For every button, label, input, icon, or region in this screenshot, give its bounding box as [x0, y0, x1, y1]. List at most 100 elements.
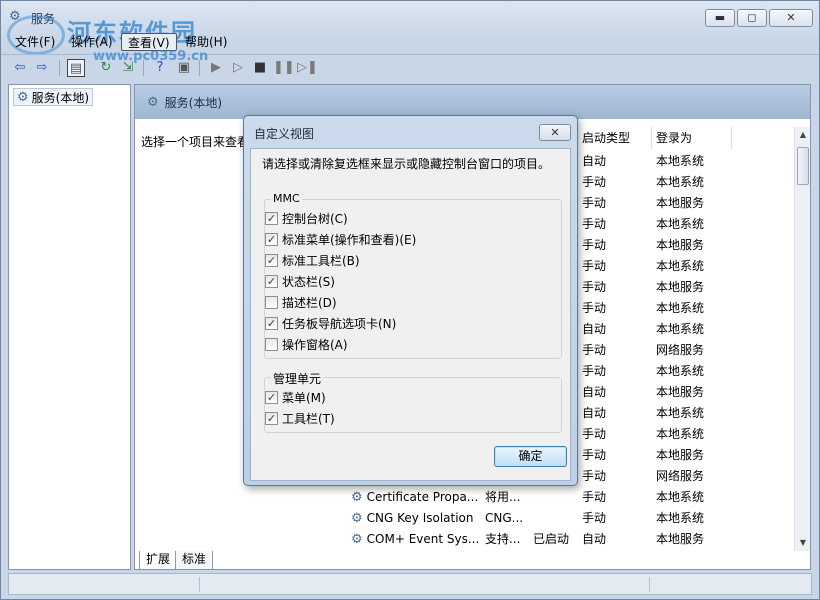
service-startup-type: 自动 [582, 406, 607, 420]
checkbox-checked-icon[interactable]: ✓ [265, 232, 278, 246]
menu-file[interactable]: 文件(F) [9, 33, 61, 51]
checkbox-option[interactable]: 描述栏(D) [265, 294, 337, 310]
service-logon-as: 本地系统 [656, 259, 705, 273]
checkbox-checked-icon[interactable]: ✓ [265, 411, 278, 425]
service-logon-as: 本地系统 [656, 364, 705, 378]
service-startup-type: 手动 [582, 469, 607, 483]
restore-button[interactable]: ◻ [737, 9, 767, 27]
service-startup-type: 手动 [582, 490, 607, 504]
service-startup-type: 手动 [582, 364, 607, 378]
scroll-up-icon[interactable]: ▲ [795, 127, 810, 143]
service-startup-type: 手动 [582, 448, 607, 462]
service-description: 将用... [485, 490, 521, 504]
watermark-url: www.pc0359.cn [93, 49, 209, 64]
checkbox-label: 描述栏(D) [282, 295, 337, 310]
column-header-logon-as[interactable]: 登录为 [652, 127, 732, 149]
service-startup-type: 手动 [582, 301, 607, 315]
start-service-icon[interactable]: ▶ [207, 59, 225, 77]
service-name-text: COM+ Event Sys... [366, 532, 480, 546]
checkbox-checked-icon[interactable]: ✓ [265, 390, 278, 404]
status-divider [649, 577, 650, 592]
pause-service-icon[interactable]: ❚❚ [273, 59, 295, 77]
service-name[interactable]: ⚙ CNG Key Isolation [351, 508, 474, 529]
description-text: 选择一个项目来查看 [141, 135, 250, 149]
checkbox-checked-icon[interactable]: ✓ [265, 211, 278, 225]
service-startup-type: 自动 [582, 532, 607, 546]
column-header-startup-type[interactable]: 启动类型 [578, 127, 652, 149]
tab-extended[interactable]: 扩展 [139, 551, 178, 569]
checkbox-label: 操作窗格(A) [282, 337, 348, 352]
checkbox-checked-icon[interactable]: ✓ [265, 316, 278, 330]
checkbox-label: 控制台树(C) [282, 211, 348, 226]
service-logon-as: 网络服务 [656, 469, 705, 483]
checkbox-option[interactable]: ✓ 标准菜单(操作和查看)(E) [265, 231, 416, 247]
service-name[interactable]: ⚙ Certificate Propa... [351, 487, 478, 508]
service-startup-type: 自动 [582, 322, 607, 336]
gear-icon: ⚙ [351, 490, 363, 505]
checkbox-option[interactable]: ✓ 标准工具栏(B) [265, 252, 360, 268]
checkbox-option[interactable]: ✓ 状态栏(S) [265, 273, 335, 289]
checkbox-option[interactable]: ✓ 任务板导航选项卡(N) [265, 315, 396, 331]
status-divider [199, 577, 200, 592]
service-name[interactable]: ⚙ COM+ Event Sys... [351, 529, 479, 550]
group-snapin-label: 管理单元 [271, 370, 324, 387]
title-bar[interactable]: ⚙ 服务 河东软件园 ▬ ◻ ✕ [1, 1, 819, 55]
service-logon-as: 本地系统 [656, 322, 705, 336]
service-logon-as: 本地服务 [656, 532, 705, 546]
service-status: 已启动 [533, 532, 570, 546]
console-tree-toggle-icon[interactable]: ▤ [67, 59, 85, 77]
checkbox-option[interactable]: ✓ 菜单(M) [265, 389, 326, 405]
gear-icon: ⚙ [351, 511, 363, 526]
checkbox-option[interactable]: ✓ 工具栏(T) [265, 410, 335, 426]
checkbox-label: 菜单(M) [282, 390, 326, 405]
service-startup-type: 手动 [582, 259, 607, 273]
service-logon-as: 本地服务 [656, 385, 705, 399]
tree-item-services-local[interactable]: ⚙ 服务(本地) [13, 88, 94, 106]
ok-button[interactable]: 确定 [494, 446, 567, 467]
service-logon-as: 本地系统 [656, 154, 705, 168]
forward-arrow-icon[interactable]: ⇨ [33, 59, 51, 77]
customize-view-dialog: 自定义视图 ✕ 请选择或清除复选框来显示或隐藏控制台窗口的项目。 MMC ✓ 控制… [243, 115, 578, 486]
dialog-close-button[interactable]: ✕ [539, 124, 571, 141]
dialog-instruction: 请选择或清除复选框来显示或隐藏控制台窗口的项目。 [262, 157, 551, 171]
service-startup-type: 自动 [582, 385, 607, 399]
checkbox-label: 标准菜单(操作和查看)(E) [282, 232, 417, 247]
minimize-button[interactable]: ▬ [705, 9, 735, 27]
checkbox-unchecked-icon[interactable] [265, 295, 278, 309]
service-description: CNG... [485, 511, 524, 525]
service-startup-type: 手动 [582, 217, 607, 231]
checkbox-label: 标准工具栏(B) [282, 253, 360, 268]
checkbox-checked-icon[interactable]: ✓ [265, 274, 278, 288]
vertical-scrollbar[interactable]: ▲ ▼ [794, 127, 810, 551]
close-button[interactable]: ✕ [769, 9, 813, 27]
tab-standard[interactable]: 标准 [175, 551, 214, 569]
service-startup-type: 手动 [582, 196, 607, 210]
checkbox-checked-icon[interactable]: ✓ [265, 253, 278, 267]
service-startup-type: 手动 [582, 343, 607, 357]
start-service-alt-icon[interactable]: ▷ [229, 59, 247, 77]
service-logon-as: 本地系统 [656, 406, 705, 420]
stop-service-icon[interactable]: ■ [251, 59, 269, 77]
back-arrow-icon[interactable]: ⇦ [11, 59, 29, 77]
service-logon-as: 本地系统 [656, 490, 705, 504]
service-logon-as: 本地服务 [656, 280, 705, 294]
scroll-thumb[interactable] [797, 147, 809, 185]
service-logon-as: 本地系统 [656, 511, 705, 525]
service-logon-as: 本地服务 [656, 238, 705, 252]
service-description: 支持... [485, 532, 521, 546]
caption-buttons: ▬ ◻ ✕ [705, 9, 813, 27]
view-tabs: 扩展 标准 [135, 551, 795, 569]
pane-header: ⚙ 服务(本地) [135, 85, 810, 119]
checkbox-unchecked-icon[interactable] [265, 337, 278, 351]
checkbox-option[interactable]: 操作窗格(A) [265, 336, 348, 352]
dialog-body: 请选择或清除复选框来显示或隐藏控制台窗口的项目。 MMC ✓ 控制台树(C) ✓ 标准… [250, 148, 571, 481]
gear-icon: ⚙ [17, 89, 29, 105]
service-logon-as: 本地服务 [656, 448, 705, 462]
gear-icon: ⚙ [351, 532, 363, 547]
tree-item-label: 服务(本地) [31, 90, 90, 105]
scroll-down-icon[interactable]: ▼ [795, 535, 810, 551]
checkbox-option[interactable]: ✓ 控制台树(C) [265, 210, 348, 226]
restart-service-icon[interactable]: ▷❚ [297, 59, 318, 77]
service-startup-type: 手动 [582, 427, 607, 441]
service-logon-as: 本地服务 [656, 196, 705, 210]
